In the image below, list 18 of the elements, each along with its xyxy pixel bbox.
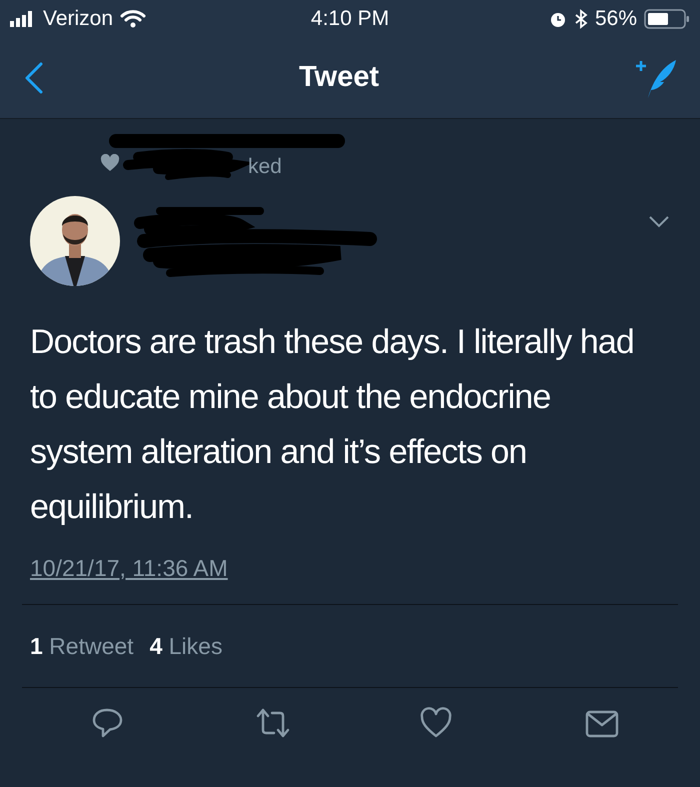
carrier-name: Verizon <box>43 6 114 30</box>
clock-time: 4:10 PM <box>310 6 390 30</box>
bluetooth-icon <box>574 8 588 28</box>
nav-title: Tweet <box>298 61 380 94</box>
retweet-icon <box>254 706 291 740</box>
chevron-down-icon[interactable] <box>648 215 670 229</box>
heart-icon <box>100 154 120 172</box>
stat-link[interactable]: 4 Likes <box>150 632 222 660</box>
stat-link[interactable]: 1 Retweet <box>30 632 134 660</box>
back-button[interactable] <box>24 62 44 94</box>
wifi-icon <box>120 10 146 28</box>
retweet-button[interactable] <box>254 706 291 740</box>
social-context: ked <box>248 155 282 179</box>
tweet-text: Doctors are trash these days. I literally had to educate mine about the endocrine system alteration and it’s effects on equilibrium. <box>30 322 635 528</box>
battery-icon <box>644 8 690 28</box>
back-icon <box>24 62 44 94</box>
timestamp-link[interactable]: 10/21/17, 11:36 AM <box>30 555 228 582</box>
battery-percent: 56% <box>594 6 637 30</box>
